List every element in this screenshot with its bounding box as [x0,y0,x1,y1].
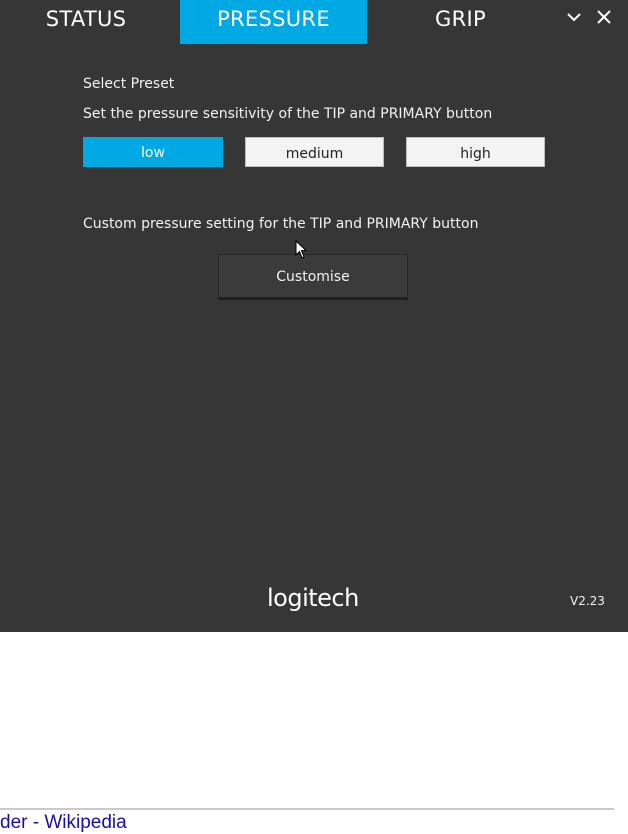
custom-description: Custom pressure setting for the TIP and … [83,216,479,232]
mouse-cursor-icon [295,239,309,260]
tab-pressure[interactable]: PRESSURE [180,0,367,44]
customise-button[interactable]: Customise [218,254,408,298]
sensitivity-description: Set the pressure sensitivity of the TIP … [83,106,493,122]
tab-bar: STATUS PRESSURE GRIP [0,0,628,44]
close-icon[interactable] [593,6,615,28]
logitech-pen-settings-window: STATUS PRESSURE GRIP Select Preset Set t… [0,0,628,632]
wikipedia-link[interactable]: der - Wikipedia [0,812,127,834]
version-label: V2.23 [570,594,605,608]
chevron-down-icon[interactable] [563,6,585,28]
preset-high-button[interactable]: high [406,137,545,167]
tab-status[interactable]: STATUS [0,0,172,44]
preset-medium-button[interactable]: medium [245,137,384,167]
logitech-logo: logitech [267,584,359,612]
page-divider [0,808,614,810]
tab-grip[interactable]: GRIP [367,0,554,44]
background-webpage: der - Wikipedia [0,632,628,833]
select-preset-label: Select Preset [83,76,175,92]
preset-low-button[interactable]: low [83,137,223,167]
